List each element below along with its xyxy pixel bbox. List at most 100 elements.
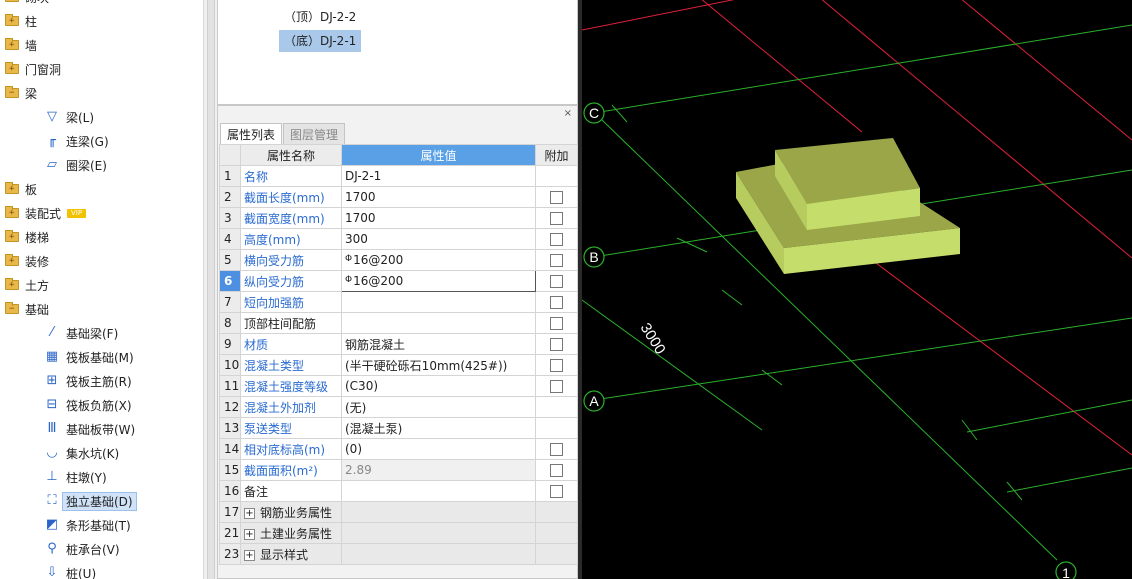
tree-category-earthwork[interactable]: + 土方 xyxy=(0,273,203,297)
property-row[interactable]: 3 截面宽度(mm) 1700 xyxy=(219,207,578,229)
property-row[interactable]: 2 截面长度(mm) 1700 xyxy=(219,186,578,208)
tab-layer-management[interactable]: 图层管理 xyxy=(283,123,346,145)
property-value[interactable]: (无) xyxy=(341,396,536,418)
close-icon[interactable]: × xyxy=(564,107,572,121)
tree-category-finishes[interactable]: + 装修 xyxy=(0,249,203,273)
property-group-name[interactable]: + 钢筋业务属性 xyxy=(240,501,342,523)
tree-category-foundation[interactable]: − 基础 xyxy=(0,297,203,321)
property-value[interactable]: DJ-2-1 xyxy=(341,165,536,187)
tree-category-prefab[interactable]: + 装配式 VIP xyxy=(0,201,203,225)
attach-checkbox[interactable] xyxy=(550,233,563,246)
tree-item-pile[interactable]: ⇩ 桩(U) xyxy=(0,561,203,579)
property-group-row[interactable]: 23 + 显示样式 xyxy=(219,543,578,565)
tree-item-foundation-strip[interactable]: Ⅲ 基础板带(W) xyxy=(0,417,203,441)
attach-cell[interactable] xyxy=(535,459,578,481)
attach-cell[interactable] xyxy=(535,270,578,292)
tree-item-strip-foundation[interactable]: ◩ 条形基础(T) xyxy=(0,513,203,537)
property-value[interactable]: Φ16@200 xyxy=(341,249,536,271)
tree-category-beam[interactable]: − 梁 xyxy=(0,81,203,105)
layer-item-bottom[interactable]: （底）DJ-2-1 xyxy=(279,30,362,52)
attach-cell[interactable] xyxy=(535,249,578,271)
attach-checkbox[interactable] xyxy=(550,338,563,351)
attach-cell[interactable] xyxy=(535,354,578,376)
attach-cell[interactable] xyxy=(535,291,578,313)
property-group-name[interactable]: + 土建业务属性 xyxy=(240,522,342,544)
attach-cell[interactable] xyxy=(535,333,578,355)
tree-item-raft-main-rebar[interactable]: ⊞ 筏板主筋(R) xyxy=(0,369,203,393)
attach-checkbox[interactable] xyxy=(550,191,563,204)
tree-item-raft-negative-rebar[interactable]: ⊟ 筏板负筋(X) xyxy=(0,393,203,417)
property-value[interactable] xyxy=(341,312,536,334)
header-property-value[interactable]: 属性值 xyxy=(341,144,536,166)
viewport-canvas[interactable]: C B A 1 3000 xyxy=(582,0,1132,579)
tree-item-beam[interactable]: ▽ 梁(L) xyxy=(0,105,203,129)
tree-item-isolated-foundation[interactable]: ⛶ 独立基础(D) xyxy=(0,489,203,513)
attach-checkbox[interactable] xyxy=(550,443,563,456)
property-row[interactable]: 8 顶部柱间配筋 xyxy=(219,312,578,334)
attach-checkbox[interactable] xyxy=(550,485,563,498)
property-value[interactable]: (混凝土泵) xyxy=(341,417,536,439)
expand-icon[interactable]: + xyxy=(244,507,255,519)
property-value[interactable]: (0) xyxy=(341,438,536,460)
property-row[interactable]: 14 相对底标高(m) (0) xyxy=(219,438,578,460)
axis-bubble-1[interactable]: 1 xyxy=(1055,561,1077,579)
property-value[interactable]: Φ16@200 xyxy=(341,270,536,292)
property-group-row[interactable]: 17 + 钢筋业务属性 xyxy=(219,501,578,523)
tree-category-column[interactable]: + 柱 xyxy=(0,9,203,33)
tree-category-wall[interactable]: + 墙 xyxy=(0,33,203,57)
tree-category-openings[interactable]: + 门窗洞 xyxy=(0,57,203,81)
tree-item-pile-cap[interactable]: ⚲ 桩承台(V) xyxy=(0,537,203,561)
property-value[interactable] xyxy=(341,291,536,313)
header-extra[interactable]: 附加 xyxy=(535,144,578,166)
property-row[interactable]: 16 备注 xyxy=(219,480,578,502)
tree-item-raft-foundation[interactable]: ▦ 筏板基础(M) xyxy=(0,345,203,369)
tab-property-list[interactable]: 属性列表 xyxy=(220,123,283,145)
property-row[interactable]: 12 混凝土外加剂 (无) xyxy=(219,396,578,418)
layer-item-top[interactable]: （顶）DJ-2-2 xyxy=(279,6,361,28)
property-row[interactable]: 13 泵送类型 (混凝土泵) xyxy=(219,417,578,439)
attach-cell[interactable] xyxy=(535,375,578,397)
attach-checkbox[interactable] xyxy=(550,317,563,330)
attach-checkbox[interactable] xyxy=(550,380,563,393)
attach-checkbox[interactable] xyxy=(550,212,563,225)
property-group-name[interactable]: + 显示样式 xyxy=(240,543,342,565)
property-row[interactable]: 15 截面面积(m²) 2.89 xyxy=(219,459,578,481)
property-row[interactable]: 7 短向加强筋 xyxy=(219,291,578,313)
property-group-row[interactable]: 21 + 土建业务属性 xyxy=(219,522,578,544)
property-value[interactable]: (C30) xyxy=(341,375,536,397)
3d-viewport[interactable]: C B A 1 3000 xyxy=(582,0,1132,579)
tree-category-masonry[interactable]: + 砌块 xyxy=(0,0,203,9)
splitter-grip[interactable] xyxy=(207,0,215,579)
property-row[interactable]: 1 名称 DJ-2-1 xyxy=(219,165,578,187)
tree-item-column-pier[interactable]: ⊥ 柱墩(Y) xyxy=(0,465,203,489)
property-row[interactable]: 10 混凝土类型 (半干硬砼砾石10mm(425#)) xyxy=(219,354,578,376)
attach-checkbox[interactable] xyxy=(550,296,563,309)
attach-cell[interactable] xyxy=(535,186,578,208)
attach-cell[interactable] xyxy=(535,228,578,250)
property-value[interactable]: 1700 xyxy=(341,186,536,208)
tree-item-sump-pit[interactable]: ◡ 集水坑(K) xyxy=(0,441,203,465)
expand-icon[interactable]: + xyxy=(244,528,255,540)
attach-checkbox[interactable] xyxy=(550,275,563,288)
property-value[interactable]: (半干硬砼砾石10mm(425#)) xyxy=(341,354,536,376)
tree-category-slab[interactable]: + 板 xyxy=(0,177,203,201)
expand-icon[interactable]: + xyxy=(244,549,255,561)
attach-cell[interactable] xyxy=(535,480,578,502)
attach-cell[interactable] xyxy=(535,438,578,460)
tree-item-foundation-beam[interactable]: ⁄ 基础梁(F) xyxy=(0,321,203,345)
axis-bubble-b[interactable]: B xyxy=(583,246,605,268)
tree-category-stairs[interactable]: + 楼梯 xyxy=(0,225,203,249)
attach-checkbox[interactable] xyxy=(550,254,563,267)
header-property-name[interactable]: 属性名称 xyxy=(240,144,342,166)
tree-item-ring-beam[interactable]: ▱ 圈梁(E) xyxy=(0,153,203,177)
panel-splitter[interactable] xyxy=(203,0,217,579)
axis-bubble-c[interactable]: C xyxy=(583,102,605,124)
property-value[interactable]: 2.89 xyxy=(341,459,536,481)
property-value[interactable] xyxy=(341,480,536,502)
property-row[interactable]: 5 横向受力筋 Φ16@200 xyxy=(219,249,578,271)
attach-cell[interactable] xyxy=(535,207,578,229)
property-value[interactable]: 钢筋混凝土 xyxy=(341,333,536,355)
property-row[interactable]: 6 纵向受力筋 Φ16@200 xyxy=(219,270,578,292)
property-row[interactable]: 4 高度(mm) 300 xyxy=(219,228,578,250)
property-value[interactable]: 300 xyxy=(341,228,536,250)
